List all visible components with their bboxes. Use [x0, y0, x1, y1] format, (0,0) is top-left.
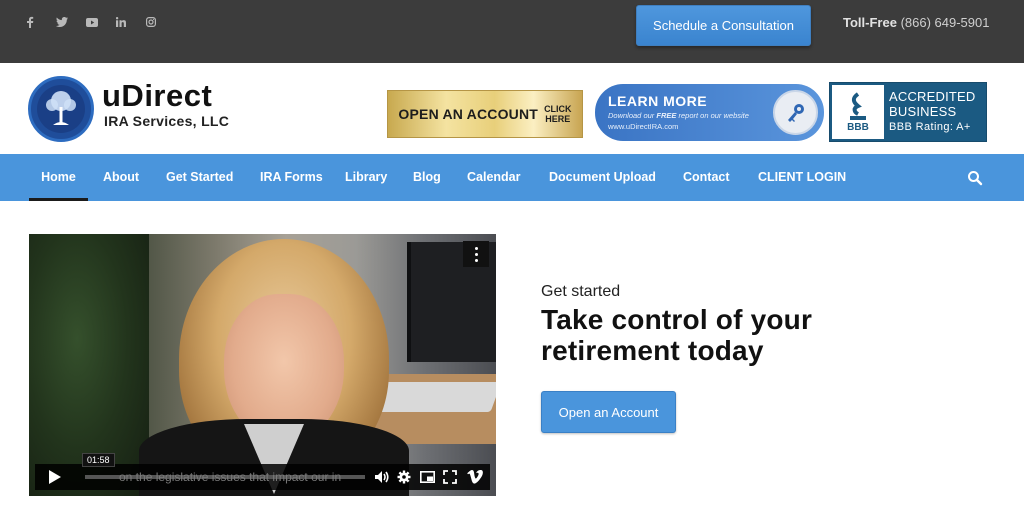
video-player[interactable]: on the legislative issues that impact ou… [29, 234, 496, 496]
open-account-button[interactable]: Open an Account [541, 391, 676, 433]
learn-more-title: LEARN MORE [608, 93, 708, 109]
bbb-accredited-text: ACCREDITED BUSINESS [889, 89, 976, 119]
play-icon[interactable] [49, 470, 61, 484]
video-keyboard [373, 382, 496, 412]
youtube-icon[interactable] [86, 14, 116, 30]
nav-item-client-login[interactable]: CLIENT LOGIN [758, 154, 846, 201]
nav-item-ira-forms[interactable]: IRA Forms [260, 154, 323, 201]
linkedin-icon[interactable] [116, 14, 146, 30]
video-caption: on the legislative issues that impact ou… [119, 470, 342, 484]
schedule-consultation-button[interactable]: Schedule a Consultation [636, 5, 811, 46]
learn-more-banner[interactable]: LEARN MORE Download our FREE report on o… [595, 84, 824, 141]
logo-title: uDirect [102, 78, 213, 113]
logo-subtitle: IRA Services, LLC [104, 113, 230, 129]
nav-item-contact[interactable]: Contact [683, 154, 730, 201]
open-account-banner-label: OPEN AN ACCOUNT [398, 106, 539, 122]
key-icon [773, 90, 818, 135]
video-time-tooltip: 01:58 [82, 453, 115, 467]
nav-item-blog[interactable]: Blog [413, 154, 441, 201]
nav-item-library[interactable]: Library [345, 154, 387, 201]
bbb-accredited-badge[interactable]: BBB ACCREDITED BUSINESS BBB Rating: A+ [829, 82, 987, 142]
hero-eyebrow: Get started [541, 283, 621, 300]
toll-free-phone[interactable]: Toll-Free (866) 649-5901 [843, 15, 989, 30]
nav-item-about[interactable]: About [103, 154, 139, 201]
top-bar: Schedule a Consultation Toll-Free (866) … [0, 0, 1024, 63]
social-links [26, 14, 176, 30]
settings-gear-icon[interactable] [396, 469, 412, 485]
nav-item-home[interactable]: Home [29, 154, 88, 201]
more-options-icon[interactable] [463, 241, 489, 267]
open-account-banner[interactable]: OPEN AN ACCOUNT CLICK HERE [387, 90, 583, 138]
learn-more-subtitle: Download our FREE report on our website [608, 111, 749, 120]
fullscreen-icon[interactable] [442, 469, 458, 485]
vimeo-icon[interactable] [466, 469, 484, 485]
instagram-icon[interactable] [146, 14, 176, 30]
search-icon[interactable] [967, 170, 983, 186]
toll-free-label: Toll-Free [843, 15, 897, 30]
twitter-icon[interactable] [56, 14, 86, 30]
main-nav: Home About Get Started IRA Forms Library… [0, 154, 1024, 201]
bbb-rating: BBB Rating: A+ [889, 121, 971, 133]
bbb-logo-icon: BBB [832, 85, 884, 139]
logo-tree-icon [28, 76, 94, 142]
toll-free-number: (866) 649-5901 [900, 15, 990, 30]
learn-more-url: www.uDirectIRA.com [608, 122, 679, 131]
hero-title: Take control of your retirement today [541, 304, 813, 366]
picture-in-picture-icon[interactable] [419, 469, 435, 485]
site-header: uDirect IRA Services, LLC OPEN AN ACCOUN… [0, 63, 1024, 154]
volume-icon[interactable] [373, 469, 389, 485]
nav-item-document-upload[interactable]: Document Upload [549, 154, 656, 201]
facebook-icon[interactable] [26, 14, 56, 30]
nav-item-calendar[interactable]: Calendar [467, 154, 521, 201]
click-here-label: CLICK HERE [544, 104, 572, 124]
nav-item-get-started[interactable]: Get Started [166, 154, 233, 201]
